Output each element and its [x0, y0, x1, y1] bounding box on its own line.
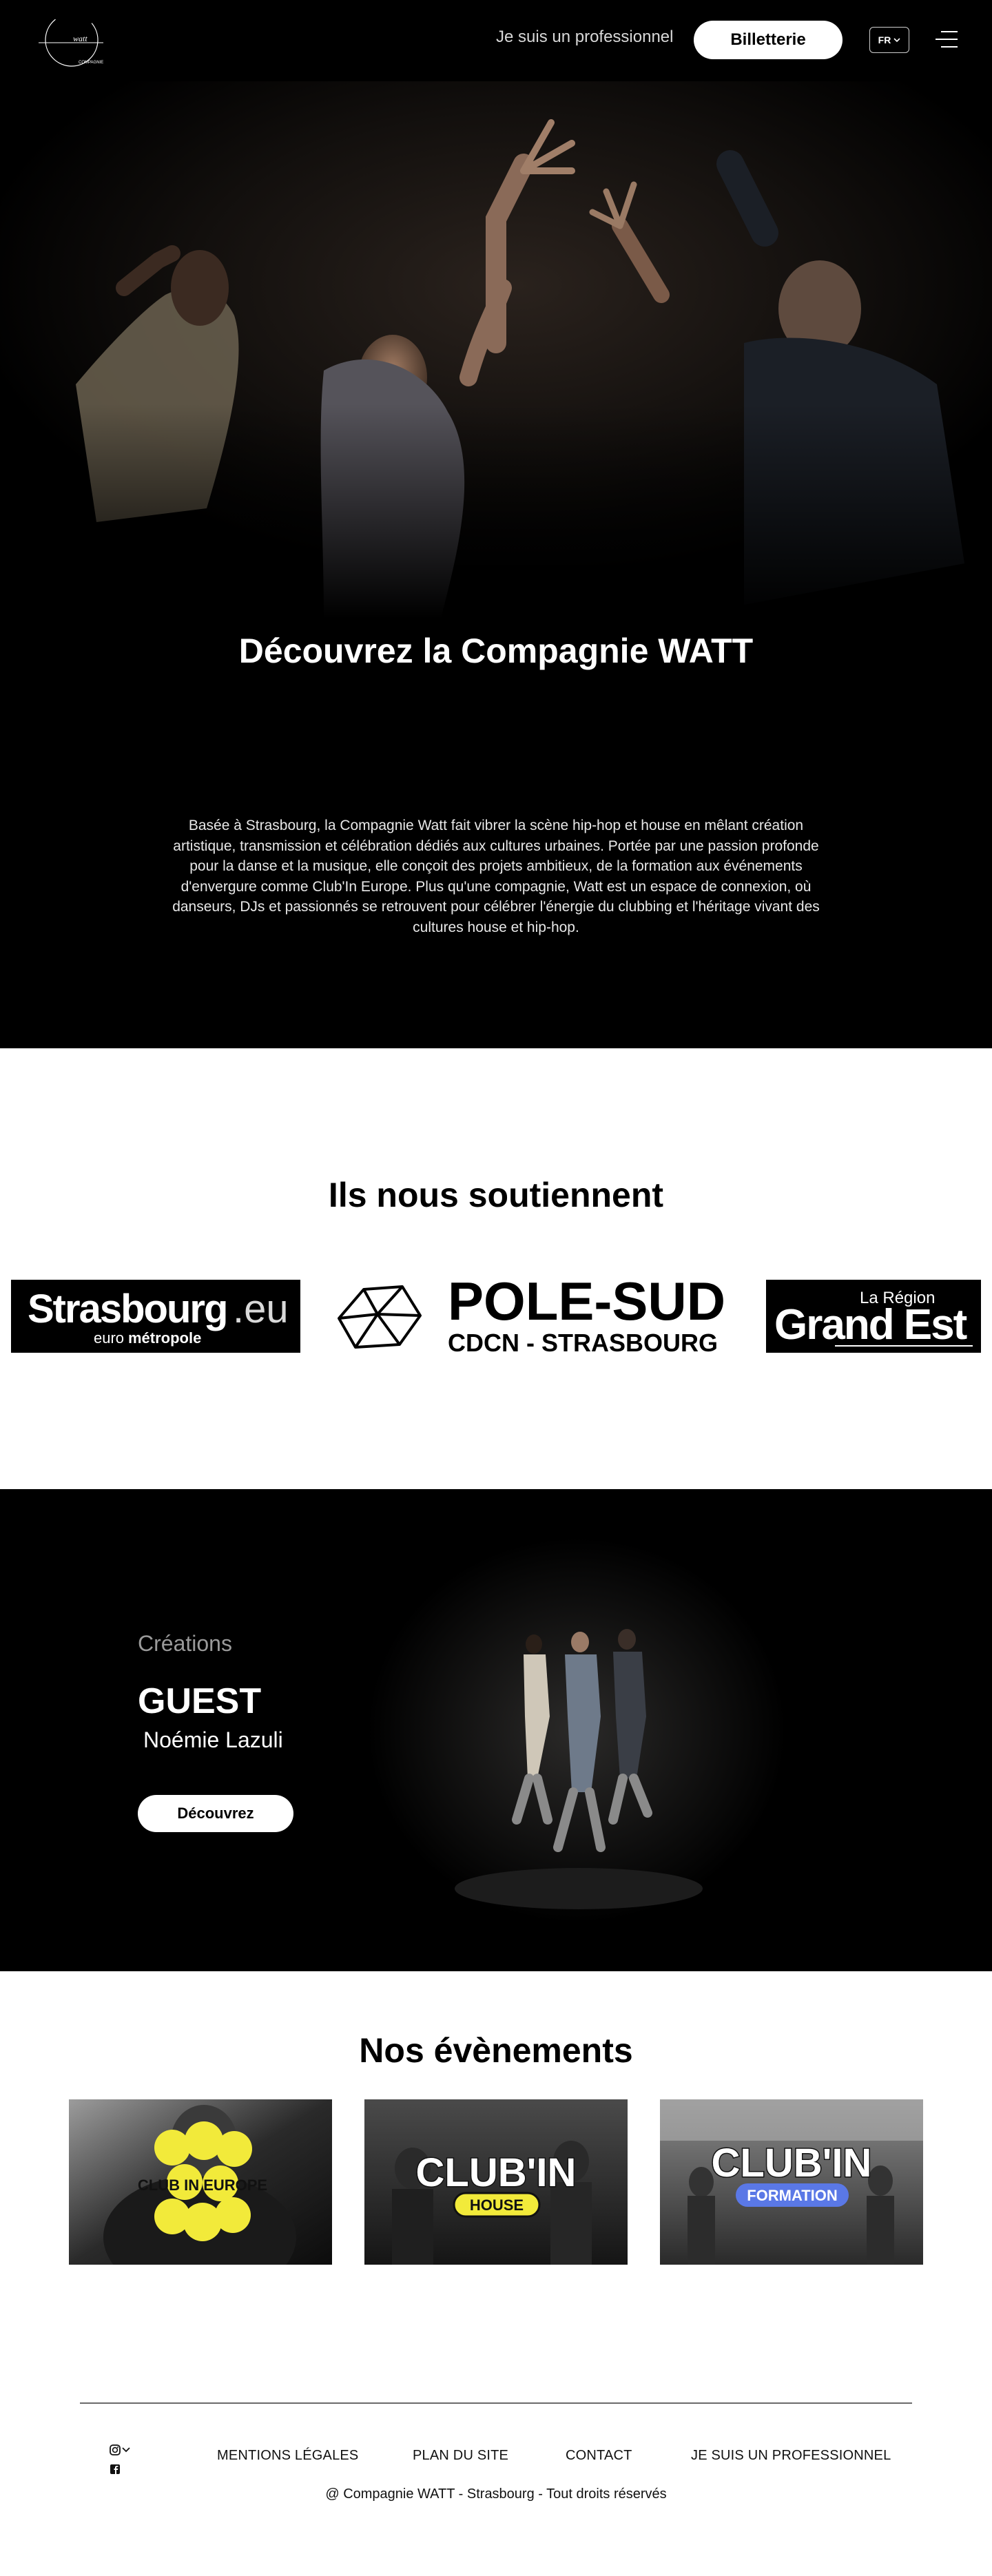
- hero-dancers-photo: [0, 81, 992, 619]
- site-header: watt COMPAGNIE Je suis un professionnel …: [0, 0, 992, 81]
- svg-text:euro: euro: [94, 1329, 124, 1347]
- footer-link-legal[interactable]: MENTIONS LÉGALES: [217, 2448, 358, 2464]
- footer-link-professional[interactable]: JE SUIS UN PROFESSIONNEL: [691, 2448, 891, 2464]
- hero-section: Découvrez la Compagnie WATT Basée à Stra…: [0, 81, 992, 1048]
- discover-button[interactable]: Découvrez: [138, 1795, 293, 1832]
- chevron-down-icon: [893, 38, 900, 43]
- svg-text:.eu: .eu: [233, 1287, 289, 1331]
- creations-eyebrow: Créations: [138, 1631, 232, 1656]
- hero-description: Basée à Strasbourg, la Compagnie Watt fa…: [172, 818, 820, 935]
- event-logo-text: CLUB IN EUROPE: [138, 2177, 267, 2194]
- event-tag: HOUSE: [470, 2196, 524, 2214]
- events-title: Nos évènements: [359, 2031, 633, 2070]
- creation-author: Noémie Lazuli: [143, 1727, 283, 1752]
- social-icons: [109, 2444, 136, 2478]
- ticketing-button[interactable]: Billetterie: [694, 21, 843, 59]
- strasbourg-eurometropole-logo[interactable]: Strasbourg .eu euro métropole: [11, 1280, 300, 1353]
- svg-text:métropole: métropole: [128, 1329, 201, 1347]
- guest-performance-photo: [331, 1489, 854, 1971]
- supporters-title: Ils nous soutiennent: [328, 1176, 664, 1214]
- site-footer: MENTIONS LÉGALES PLAN DU SITE CONTACT JE…: [0, 2385, 992, 2576]
- instagram-icon[interactable]: [110, 2444, 121, 2455]
- event-logo-text: CLUB'IN: [416, 2150, 577, 2195]
- event-logo-text: CLUB'IN: [712, 2141, 872, 2185]
- footer-divider: [80, 2402, 912, 2404]
- svg-text:Strasbourg: Strasbourg: [28, 1287, 227, 1331]
- footer-link-sitemap[interactable]: PLAN DU SITE: [413, 2448, 508, 2464]
- event-card-club-in-europe[interactable]: CLUB IN EUROPE: [69, 2099, 332, 2265]
- events-section: Nos évènements CLUB IN EUROPE CLUB'IN HO…: [0, 1971, 992, 2385]
- hero-title: Découvrez la Compagnie WATT: [238, 632, 754, 670]
- pole-sud-logo[interactable]: POLE-SUD CDCN - STRASBOURG: [328, 1270, 740, 1360]
- menu-icon[interactable]: [934, 28, 959, 51]
- svg-text:CDCN - STRASBOURG: CDCN - STRASBOURG: [448, 1329, 718, 1357]
- logo-text: watt: [73, 34, 87, 43]
- facebook-icon[interactable]: [110, 2464, 120, 2474]
- copyright: @ Compagnie WATT - Strasbourg - Tout dro…: [325, 2486, 667, 2502]
- professional-link[interactable]: Je suis un professionnel: [496, 28, 673, 47]
- svg-text:Grand Est: Grand Est: [774, 1301, 967, 1349]
- supporters-section: Ils nous soutiennent Strasbourg .eu euro…: [0, 1048, 992, 1489]
- region-grand-est-logo[interactable]: La Région Grand Est: [766, 1280, 981, 1353]
- event-card-club-in-formation[interactable]: CLUB'IN FORMATION: [660, 2099, 923, 2265]
- watt-logo[interactable]: watt COMPAGNIE: [37, 10, 106, 70]
- language-select[interactable]: FR: [869, 27, 909, 53]
- chevron-down-icon[interactable]: [122, 2447, 130, 2453]
- language-value: FR: [878, 34, 891, 45]
- logo-subtext: COMPAGNIE: [79, 61, 103, 65]
- event-card-club-in-house[interactable]: CLUB'IN HOUSE: [364, 2099, 628, 2265]
- event-tag: FORMATION: [747, 2187, 838, 2204]
- creations-section: Créations GUEST Noémie Lazuli Découvrez: [0, 1489, 992, 1971]
- footer-link-contact[interactable]: CONTACT: [566, 2448, 632, 2464]
- svg-text:POLE-SUD: POLE-SUD: [448, 1271, 725, 1331]
- creation-title: GUEST: [138, 1681, 262, 1721]
